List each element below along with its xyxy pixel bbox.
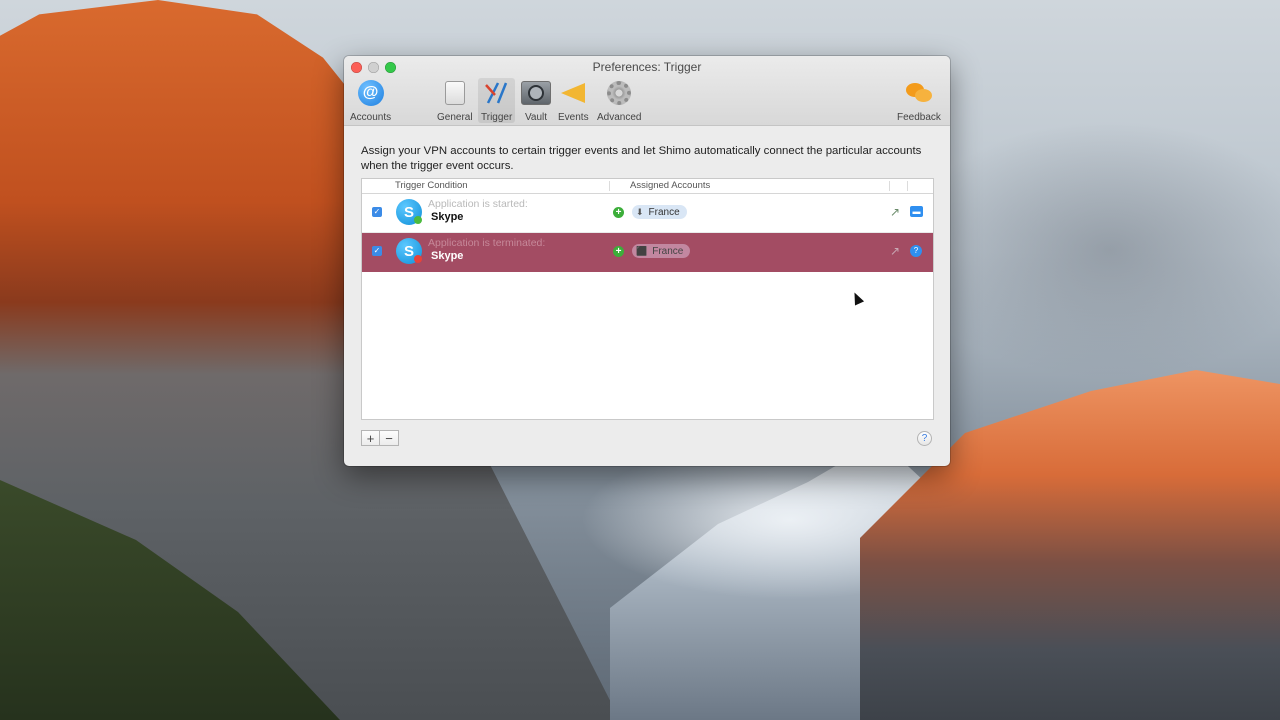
enabled-checkbox[interactable]: ✓ [372,207,382,217]
stop-badge-icon [414,255,422,263]
toolbar-feedback[interactable]: Feedback [897,78,941,123]
trigger-app: Skype [431,211,464,223]
trigger-condition: Application is terminated: [428,237,546,249]
add-account-button[interactable]: + [613,246,624,257]
preferences-window: Preferences: Trigger @ Accounts General … [344,56,950,466]
table-row[interactable]: ✓ S Application is terminated: Skype + ⬛… [362,233,933,272]
vpn-icon: ⬛ [636,245,648,256]
add-account-button[interactable]: + [613,207,624,218]
table-controls: + − [361,430,399,446]
megaphone-icon [561,83,586,103]
table-row[interactable]: ✓ S Application is started: Skype + ⬇ Fr… [362,194,933,233]
enabled-checkbox[interactable]: ✓ [372,246,382,256]
table-header: Trigger Condition Assigned Accounts [362,179,933,194]
toolbar-general[interactable]: General [437,78,473,123]
account-token[interactable]: ⬛ France [632,244,691,258]
column-header-trigger-condition[interactable]: Trigger Condition [395,180,468,191]
connection-icon[interactable]: ↗ [890,244,900,258]
message-icon[interactable]: ▬ [910,206,923,217]
switch-icon [444,81,465,105]
description-text: Assign your VPN accounts to certain trig… [361,145,922,172]
help-icon[interactable]: ? [910,245,922,257]
trigger-condition: Application is started: [428,198,528,210]
toolbar-trigger[interactable]: Trigger [478,78,516,123]
column-header-assigned-accounts[interactable]: Assigned Accounts [630,180,710,191]
window-title: Preferences: Trigger [592,60,702,74]
start-badge-icon [414,216,422,224]
add-trigger-button[interactable]: + [361,430,380,446]
connection-icon[interactable]: ↗ [890,205,900,219]
vpn-icon: ⬇ [636,206,644,217]
trigger-pane: Assign your VPN accounts to certain trig… [344,126,950,420]
at-sign-icon: @ [357,80,384,106]
toolbar-events[interactable]: Events [558,78,589,123]
trigger-table: Trigger Condition Assigned Accounts ✓ S … [361,178,934,420]
speech-bubbles-icon [904,81,934,105]
account-token[interactable]: ⬇ France [632,205,687,219]
trigger-app: Skype [431,250,464,262]
vault-icon [521,81,551,105]
trigger-icon [484,82,507,104]
toolbar-accounts[interactable]: @ Accounts [350,78,391,123]
remove-trigger-button[interactable]: − [380,430,399,446]
help-button[interactable]: ? [917,431,932,446]
titlebar: Preferences: Trigger @ Accounts General … [344,56,950,126]
gear-icon [607,81,632,105]
toolbar-advanced[interactable]: Advanced [597,78,641,123]
toolbar-vault[interactable]: Vault [521,78,551,123]
